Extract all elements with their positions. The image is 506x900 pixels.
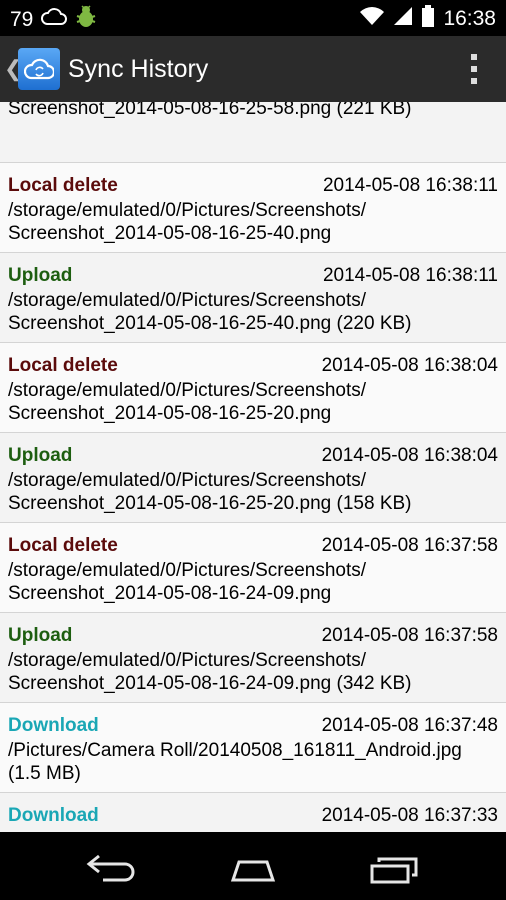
history-row[interactable]: Screenshot_2014-05-08-16-25-58.png (221 … bbox=[0, 102, 506, 163]
navigation-bar bbox=[0, 832, 506, 900]
history-action-label: Local delete bbox=[8, 175, 118, 196]
history-action-label: Local delete bbox=[8, 535, 118, 556]
android-debug-icon bbox=[75, 5, 97, 35]
signal-icon bbox=[393, 6, 413, 32]
status-bar: 79 16:38 bbox=[0, 0, 506, 36]
history-row[interactable]: Upload 2014-05-08 16:38:04/storage/emulat… bbox=[0, 433, 506, 523]
back-nav-icon[interactable] bbox=[83, 850, 143, 884]
action-bar: ❮ Sync History bbox=[0, 36, 506, 102]
overflow-menu-icon[interactable] bbox=[470, 54, 478, 84]
app-logo-icon[interactable] bbox=[18, 48, 60, 90]
history-row[interactable]: Local delete 2014-05-08 16:37:58/storage/… bbox=[0, 523, 506, 613]
history-row[interactable]: Upload 2014-05-08 16:38:11/storage/emulat… bbox=[0, 253, 506, 343]
history-path-line: /storage/emulated/0/Pictures/Screenshots… bbox=[8, 560, 367, 581]
sync-history-list-inner: Screenshot_2014-05-08-16-25-58.png (221 … bbox=[0, 102, 506, 832]
home-nav-icon[interactable] bbox=[223, 850, 283, 884]
history-path: Screenshot_2014-05-08-16-25-58.png (221 … bbox=[8, 102, 412, 120]
history-path-line: /Pictures/Camera Roll/20140508_161811_An… bbox=[8, 740, 462, 761]
history-action-label: Download bbox=[8, 805, 99, 826]
history-action-label: Upload bbox=[8, 445, 73, 466]
history-path-line: Screenshot_2014-05-08-16-25-58.png (221 … bbox=[8, 102, 412, 119]
history-path-line: Screenshot_2014-05-08-16-25-20.png bbox=[8, 403, 332, 424]
history-action-label: Local delete bbox=[8, 355, 118, 376]
history-timestamp: 2014-05-08 16:37:58 bbox=[321, 625, 498, 646]
history-timestamp: 2014-05-08 16:37:48 bbox=[321, 715, 498, 736]
history-path-line: Screenshot_2014-05-08-16-24-09.png bbox=[8, 583, 332, 604]
history-path-line: /storage/emulated/0/Pictures/Screenshots… bbox=[8, 650, 367, 671]
history-timestamp: 2014-05-08 16:38:04 bbox=[321, 355, 498, 376]
history-path-line: Screenshot_2014-05-08-16-25-40.png (220 … bbox=[8, 313, 412, 334]
history-timestamp: 2014-05-08 16:37:33 bbox=[321, 805, 498, 826]
status-time: 16:38 bbox=[443, 7, 496, 30]
battery-icon bbox=[421, 5, 435, 33]
history-path-line: /storage/emulated/0/Pictures/Screenshots… bbox=[8, 380, 367, 401]
page-title: Sync History bbox=[68, 55, 209, 83]
status-right: 16:38 bbox=[359, 5, 496, 33]
status-left: 79 bbox=[10, 5, 97, 35]
history-path: /storage/emulated/0/Pictures/Screenshots… bbox=[8, 289, 412, 335]
history-path: /storage/emulated/0/Pictures/Screenshots… bbox=[8, 559, 366, 605]
history-timestamp: 2014-05-08 16:38:04 bbox=[321, 445, 498, 466]
history-row[interactable]: Local delete 2014-05-08 16:38:11/storage/… bbox=[0, 163, 506, 253]
history-path-line: /storage/emulated/0/Pictures/Screenshots… bbox=[8, 200, 367, 221]
recents-nav-icon[interactable] bbox=[364, 850, 424, 884]
history-path: /storage/emulated/0/Pictures/Screenshots… bbox=[8, 199, 366, 245]
history-path: /storage/emulated/0/Pictures/Screenshots… bbox=[8, 469, 412, 515]
wifi-icon bbox=[359, 6, 385, 32]
history-path-line: /storage/emulated/0/Pictures/Screenshots… bbox=[8, 470, 367, 491]
history-row[interactable]: Download2014-05-08 16:37:33/Pictures/Cam… bbox=[0, 793, 506, 832]
status-number: 79 bbox=[10, 8, 34, 31]
history-path: /storage/emulated/0/Pictures/Screenshots… bbox=[8, 649, 412, 695]
history-action-label: Download bbox=[8, 715, 99, 736]
history-path-line: /storage/emulated/0/Pictures/Screenshots… bbox=[8, 290, 367, 311]
history-row[interactable]: Download 2014-05-08 16:37:48/Pictures/Cam… bbox=[0, 703, 506, 793]
history-action-label: Upload bbox=[8, 265, 73, 286]
history-timestamp: 2014-05-08 16:38:11 bbox=[322, 265, 498, 286]
cloud-icon bbox=[41, 8, 68, 32]
history-timestamp: 2014-05-08 16:38:11 bbox=[322, 175, 498, 196]
history-row[interactable]: Local delete 2014-05-08 16:38:04/storage/… bbox=[0, 343, 506, 433]
history-action-label: Upload bbox=[8, 625, 73, 646]
history-path: /storage/emulated/0/Pictures/Screenshots… bbox=[8, 379, 366, 425]
history-path-line: Screenshot_2014-05-08-16-24-09.png (342 … bbox=[8, 673, 412, 694]
history-path-line: Screenshot_2014-05-08-16-25-20.png (158 … bbox=[8, 493, 412, 514]
history-path-line: (1.5 MB) bbox=[8, 763, 81, 784]
history-path: /Pictures/Camera Roll/20140508_161811_An… bbox=[8, 739, 462, 785]
sync-history-list[interactable]: Screenshot_2014-05-08-16-25-58.png (221 … bbox=[0, 102, 506, 832]
history-path-line: Screenshot_2014-05-08-16-25-40.png bbox=[8, 223, 332, 244]
history-row[interactable]: Upload 2014-05-08 16:37:58/storage/emulat… bbox=[0, 613, 506, 703]
history-timestamp: 2014-05-08 16:37:58 bbox=[321, 535, 498, 556]
